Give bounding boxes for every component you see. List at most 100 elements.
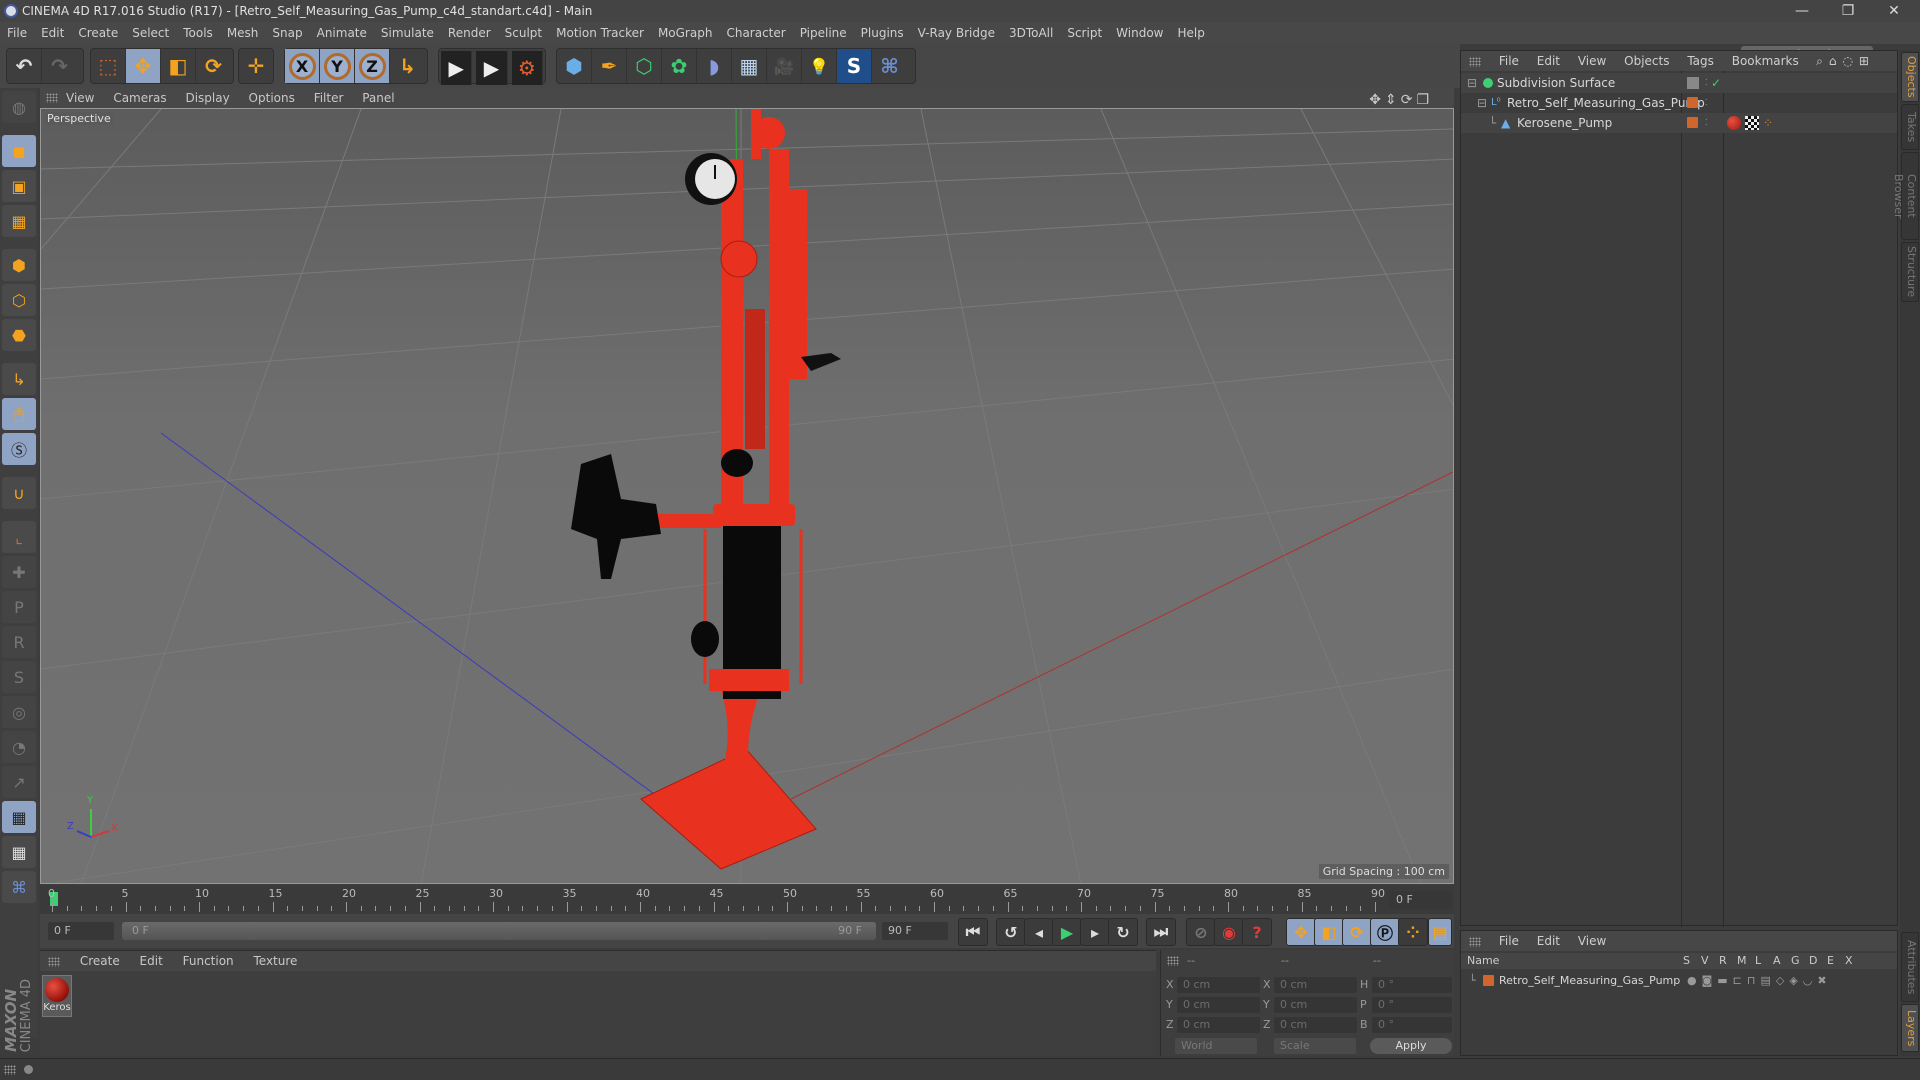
material-menu-create[interactable]: Create: [80, 954, 120, 968]
workplane-globe-icon[interactable]: ◍: [2, 91, 36, 123]
om-toolbar-icons[interactable]: ⌕⌂◌⊞: [1816, 51, 1875, 71]
layer-column-s[interactable]: S: [1683, 953, 1690, 969]
layer-column-a[interactable]: A: [1773, 953, 1781, 969]
pen-spline-icon[interactable]: ✒: [592, 49, 627, 83]
3d-viewport[interactable]: Perspective Y X Z Grid Spacing : 100 cm: [40, 108, 1454, 884]
menu-simulate[interactable]: Simulate: [374, 22, 441, 44]
om-menu-bookmarks[interactable]: Bookmarks: [1732, 54, 1799, 68]
menu-pipeline[interactable]: Pipeline: [793, 22, 854, 44]
viewport-menu-panel[interactable]: Panel: [362, 91, 394, 105]
menu-window[interactable]: Window: [1109, 22, 1170, 44]
render-settings-icon[interactable]: ⚙: [511, 51, 543, 85]
key-pla-icon[interactable]: ⁘: [1398, 918, 1428, 946]
object-row-gas-pump[interactable]: ⊟ L⁰ Retro_Self_Measuring_Gas_Pump ⁚: [1461, 93, 1897, 113]
gas-pump-model[interactable]: [571, 109, 841, 870]
next-keyframe-button[interactable]: ↻: [1108, 918, 1138, 946]
tab-layers[interactable]: Layers: [1901, 1004, 1919, 1052]
layer-column-r[interactable]: R: [1719, 953, 1727, 969]
rotation-key-icon[interactable]: R: [2, 626, 36, 658]
cube-icon[interactable]: ⬢: [557, 49, 592, 83]
tab-attributes[interactable]: Attributes: [1901, 932, 1919, 1002]
lm-menu-view[interactable]: View: [1578, 934, 1606, 948]
menu-select[interactable]: Select: [125, 22, 176, 44]
locked-workplane-icon[interactable]: ▦: [2, 801, 36, 833]
apply-button[interactable]: Apply: [1370, 1038, 1452, 1054]
workplane-axis-icon[interactable]: ⌞: [2, 521, 36, 553]
viewport-menu-cameras[interactable]: Cameras: [113, 91, 166, 105]
minimize-button[interactable]: —: [1780, 0, 1824, 22]
menu-animate[interactable]: Animate: [310, 22, 374, 44]
edges-mode-icon[interactable]: ⬡: [2, 284, 36, 316]
recent-transform-icon[interactable]: ✛: [239, 49, 273, 83]
key-rotation-icon[interactable]: ⟳: [1342, 918, 1372, 946]
live-selection-icon[interactable]: ⬚: [91, 49, 126, 83]
texture-mode-icon[interactable]: ▣: [2, 170, 36, 202]
move-icon[interactable]: ✥: [126, 49, 161, 83]
coordinate-mode-dropdown[interactable]: World: [1175, 1038, 1257, 1054]
layer-color-icon[interactable]: [1483, 975, 1494, 986]
menu-script[interactable]: Script: [1060, 22, 1109, 44]
psr-key-icon[interactable]: S: [2, 661, 36, 693]
render-picture-viewer-icon[interactable]: ▶: [476, 51, 508, 85]
viewport-menu-options[interactable]: Options: [249, 91, 295, 105]
light-icon[interactable]: 💡: [802, 49, 837, 83]
menu-file[interactable]: File: [0, 22, 34, 44]
points-mode-icon[interactable]: ⬢: [2, 249, 36, 281]
material-menu-function[interactable]: Function: [183, 954, 234, 968]
key-parameter-icon[interactable]: Ⓟ: [1370, 918, 1400, 946]
tab-objects[interactable]: Objects: [1901, 52, 1919, 102]
menu-plugins[interactable]: Plugins: [854, 22, 911, 44]
om-menu-file[interactable]: File: [1499, 54, 1519, 68]
rot-b-field[interactable]: 0 °: [1372, 1017, 1452, 1033]
key-scale-icon[interactable]: ◧: [1314, 918, 1344, 946]
previous-frame-button[interactable]: ◂: [1024, 918, 1054, 946]
lm-menu-file[interactable]: File: [1499, 934, 1519, 948]
visibility-dots-icon[interactable]: ⁚: [1705, 93, 1708, 113]
menu-create[interactable]: Create: [71, 22, 125, 44]
tree-collapse-icon[interactable]: ⊟: [1477, 93, 1487, 113]
layer-column-x[interactable]: X: [1845, 953, 1853, 969]
coordinate-system-icon[interactable]: ↳: [390, 49, 425, 83]
layer-column-l[interactable]: L: [1755, 953, 1761, 969]
floor-icon[interactable]: ▦: [732, 49, 767, 83]
start-frame-field[interactable]: 0 F: [48, 922, 114, 940]
snap-icon[interactable]: Ⓢ: [2, 433, 36, 465]
keyframe-selection-icon[interactable]: ?: [1242, 918, 1272, 946]
add-point-icon[interactable]: ✚: [2, 556, 36, 588]
pos-y-field[interactable]: 0 cm: [1177, 997, 1260, 1013]
menu-render[interactable]: Render: [441, 22, 498, 44]
next-frame-button[interactable]: ▸: [1080, 918, 1110, 946]
om-menu-tags[interactable]: Tags: [1687, 54, 1714, 68]
menu-sculpt[interactable]: Sculpt: [498, 22, 549, 44]
material-tag-icon[interactable]: [1727, 116, 1741, 130]
position-key-icon[interactable]: P: [2, 591, 36, 623]
tweak-mode-icon[interactable]: 🖱: [2, 398, 36, 430]
restore-button[interactable]: ❐: [1826, 0, 1870, 22]
visibility-dots-icon[interactable]: ⁚: [1705, 113, 1708, 133]
rotate-icon[interactable]: ⟳: [196, 49, 231, 83]
layer-column-name[interactable]: Name: [1467, 953, 1499, 969]
size-y-field[interactable]: 0 cm: [1274, 997, 1357, 1013]
om-menu-view[interactable]: View: [1578, 54, 1606, 68]
material-menu-texture[interactable]: Texture: [253, 954, 297, 968]
y-axis-lock-icon[interactable]: Y: [320, 49, 355, 83]
auto-key-icon[interactable]: ↗: [2, 766, 36, 798]
layer-column-e[interactable]: E: [1827, 953, 1834, 969]
menu-mesh[interactable]: Mesh: [220, 22, 266, 44]
polygons-mode-icon[interactable]: ⬣: [2, 319, 36, 351]
python-icon[interactable]: ⌘: [872, 49, 907, 83]
z-axis-lock-icon[interactable]: Z: [355, 49, 390, 83]
layer-column-m[interactable]: M: [1737, 953, 1747, 969]
layer-column-d[interactable]: D: [1809, 953, 1817, 969]
menu-motion-tracker[interactable]: Motion Tracker: [549, 22, 651, 44]
redo-icon[interactable]: ↷: [42, 49, 77, 83]
size-z-field[interactable]: 0 cm: [1274, 1017, 1357, 1033]
param-key-icon[interactable]: ◎: [2, 696, 36, 728]
uvw-tag-icon[interactable]: [1745, 116, 1759, 130]
rot-h-field[interactable]: 0 °: [1372, 977, 1452, 993]
timeline-ruler[interactable]: 0 5 10 15 20 25 30 35 40 45 50 55 60 65 70 75 80 85 90 0 F: [40, 886, 1454, 914]
autokey-icon[interactable]: ◉: [1214, 918, 1244, 946]
object-row-subdivision[interactable]: ⊟ Subdivision Surface ⁚ ✓: [1461, 73, 1897, 93]
tree-collapse-icon[interactable]: ⊟: [1467, 73, 1477, 93]
object-row-kerosene-pump[interactable]: └ ▲ Kerosene_Pump ⁚ ⁘: [1461, 113, 1897, 133]
